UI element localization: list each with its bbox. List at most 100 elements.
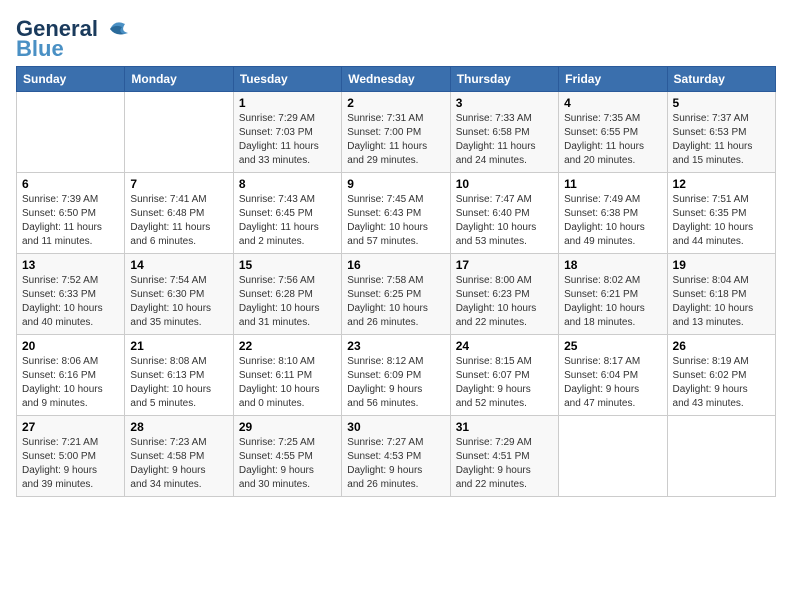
calendar-cell: 24 Sunrise: 8:15 AMSunset: 6:07 PMDayligh… xyxy=(450,335,558,416)
calendar-cell xyxy=(17,92,125,173)
calendar-cell: 23Sunrise: 8:12 AMSunset: 6:09 PMDayligh… xyxy=(342,335,450,416)
day-number: 30 xyxy=(347,420,444,434)
day-number: 17 xyxy=(456,258,553,272)
day-info: Sunrise: 7:23 AMSunset: 4:58 PMDaylight:… xyxy=(130,437,206,490)
day-info: Sunrise: 7:37 AMSunset: 6:53 PMDaylight:… xyxy=(673,113,753,166)
day-info: Sunrise: 7:56 AMSunset: 6:28 PMDaylight:… xyxy=(239,275,320,328)
day-info: Sunrise: 8:10 AMSunset: 6:11 PMDaylight:… xyxy=(239,356,320,409)
calendar-cell: 16 Sunrise: 7:58 AMSunset: 6:25 PMDayligh… xyxy=(342,254,450,335)
day-info: Sunrise: 8:02 AMSunset: 6:21 PMDaylight:… xyxy=(564,275,645,328)
calendar-cell: 1Sunrise: 7:29 AMSunset: 7:03 PMDaylight… xyxy=(233,92,341,173)
day-number: 26 xyxy=(673,339,770,353)
col-saturday: Saturday xyxy=(667,67,775,92)
day-number: 19 xyxy=(673,258,770,272)
day-info: Sunrise: 8:17 AMSunset: 6:04 PMDaylight:… xyxy=(564,356,640,409)
day-number: 15 xyxy=(239,258,336,272)
calendar-cell: 11 Sunrise: 7:49 AMSunset: 6:38 PMDayligh… xyxy=(559,173,667,254)
day-info: Sunrise: 7:33 AMSunset: 6:58 PMDaylight:… xyxy=(456,113,536,166)
calendar-cell: 20 Sunrise: 8:06 AMSunset: 6:16 PMDayligh… xyxy=(17,335,125,416)
day-info: Sunrise: 7:54 AMSunset: 6:30 PMDaylight:… xyxy=(130,275,211,328)
calendar-cell: 28 Sunrise: 7:23 AMSunset: 4:58 PMDayligh… xyxy=(125,416,233,497)
calendar-cell: 31 Sunrise: 7:29 AMSunset: 4:51 PMDayligh… xyxy=(450,416,558,497)
day-number: 11 xyxy=(564,177,661,191)
calendar-week-3: 13 Sunrise: 7:52 AMSunset: 6:33 PMDayligh… xyxy=(17,254,776,335)
calendar-cell: 27 Sunrise: 7:21 AMSunset: 5:00 PMDayligh… xyxy=(17,416,125,497)
calendar-cell xyxy=(559,416,667,497)
day-info: Sunrise: 8:08 AMSunset: 6:13 PMDaylight:… xyxy=(130,356,211,409)
calendar-cell: 4 Sunrise: 7:35 AMSunset: 6:55 PMDaylight… xyxy=(559,92,667,173)
calendar-cell: 30 Sunrise: 7:27 AMSunset: 4:53 PMDayligh… xyxy=(342,416,450,497)
day-info: Sunrise: 7:27 AMSunset: 4:53 PMDaylight:… xyxy=(347,437,423,490)
day-info: Sunrise: 8:15 AMSunset: 6:07 PMDaylight:… xyxy=(456,356,532,409)
day-number: 31 xyxy=(456,420,553,434)
day-number: 29 xyxy=(239,420,336,434)
header-row: Sunday Monday Tuesday Wednesday Thursday… xyxy=(17,67,776,92)
day-number: 24 xyxy=(456,339,553,353)
day-number: 2 xyxy=(347,96,444,110)
day-number: 14 xyxy=(130,258,227,272)
calendar-cell: 5 Sunrise: 7:37 AMSunset: 6:53 PMDaylight… xyxy=(667,92,775,173)
day-number: 12 xyxy=(673,177,770,191)
day-info: Sunrise: 8:04 AMSunset: 6:18 PMDaylight:… xyxy=(673,275,754,328)
calendar-cell: 19 Sunrise: 8:04 AMSunset: 6:18 PMDayligh… xyxy=(667,254,775,335)
calendar-cell: 18 Sunrise: 8:02 AMSunset: 6:21 PMDayligh… xyxy=(559,254,667,335)
day-info: Sunrise: 7:58 AMSunset: 6:25 PMDaylight:… xyxy=(347,275,428,328)
day-info: Sunrise: 7:45 AMSunset: 6:43 PMDaylight:… xyxy=(347,194,428,247)
calendar-cell: 9 Sunrise: 7:45 AMSunset: 6:43 PMDaylight… xyxy=(342,173,450,254)
calendar-cell: 13 Sunrise: 7:52 AMSunset: 6:33 PMDayligh… xyxy=(17,254,125,335)
calendar-table: Sunday Monday Tuesday Wednesday Thursday… xyxy=(16,66,776,497)
day-info: Sunrise: 7:25 AMSunset: 4:55 PMDaylight:… xyxy=(239,437,315,490)
calendar-week-4: 20 Sunrise: 8:06 AMSunset: 6:16 PMDayligh… xyxy=(17,335,776,416)
calendar-cell: 15 Sunrise: 7:56 AMSunset: 6:28 PMDayligh… xyxy=(233,254,341,335)
day-number: 28 xyxy=(130,420,227,434)
col-friday: Friday xyxy=(559,67,667,92)
calendar-cell: 22 Sunrise: 8:10 AMSunset: 6:11 PMDayligh… xyxy=(233,335,341,416)
day-number: 9 xyxy=(347,177,444,191)
day-number: 5 xyxy=(673,96,770,110)
calendar-cell: 6Sunrise: 7:39 AMSunset: 6:50 PMDaylight… xyxy=(17,173,125,254)
calendar-cell xyxy=(667,416,775,497)
calendar-cell: 7Sunrise: 7:41 AMSunset: 6:48 PMDaylight… xyxy=(125,173,233,254)
day-info: Sunrise: 7:35 AMSunset: 6:55 PMDaylight:… xyxy=(564,113,644,166)
calendar-week-1: 1Sunrise: 7:29 AMSunset: 7:03 PMDaylight… xyxy=(17,92,776,173)
calendar-cell: 26 Sunrise: 8:19 AMSunset: 6:02 PMDayligh… xyxy=(667,335,775,416)
day-info: Sunrise: 8:19 AMSunset: 6:02 PMDaylight:… xyxy=(673,356,749,409)
day-number: 1 xyxy=(239,96,336,110)
calendar-cell: 17 Sunrise: 8:00 AMSunset: 6:23 PMDayligh… xyxy=(450,254,558,335)
day-info: Sunrise: 7:49 AMSunset: 6:38 PMDaylight:… xyxy=(564,194,645,247)
day-info: Sunrise: 7:52 AMSunset: 6:33 PMDaylight:… xyxy=(22,275,103,328)
day-number: 8 xyxy=(239,177,336,191)
col-wednesday: Wednesday xyxy=(342,67,450,92)
day-info: Sunrise: 7:29 AMSunset: 4:51 PMDaylight:… xyxy=(456,437,532,490)
header: General Blue xyxy=(16,16,776,62)
calendar-week-5: 27 Sunrise: 7:21 AMSunset: 5:00 PMDayligh… xyxy=(17,416,776,497)
calendar-cell: 12Sunrise: 7:51 AMSunset: 6:35 PMDayligh… xyxy=(667,173,775,254)
col-sunday: Sunday xyxy=(17,67,125,92)
day-number: 22 xyxy=(239,339,336,353)
day-number: 3 xyxy=(456,96,553,110)
calendar-week-2: 6Sunrise: 7:39 AMSunset: 6:50 PMDaylight… xyxy=(17,173,776,254)
day-info: Sunrise: 7:31 AMSunset: 7:00 PMDaylight:… xyxy=(347,113,427,166)
calendar-cell: 25 Sunrise: 8:17 AMSunset: 6:04 PMDayligh… xyxy=(559,335,667,416)
day-info: Sunrise: 7:39 AMSunset: 6:50 PMDaylight:… xyxy=(22,194,102,247)
logo-icon xyxy=(100,19,130,39)
day-info: Sunrise: 8:12 AMSunset: 6:09 PMDaylight:… xyxy=(347,356,423,409)
col-thursday: Thursday xyxy=(450,67,558,92)
day-number: 16 xyxy=(347,258,444,272)
day-info: Sunrise: 8:00 AMSunset: 6:23 PMDaylight:… xyxy=(456,275,537,328)
col-tuesday: Tuesday xyxy=(233,67,341,92)
calendar-cell xyxy=(125,92,233,173)
day-number: 13 xyxy=(22,258,119,272)
day-info: Sunrise: 8:06 AMSunset: 6:16 PMDaylight:… xyxy=(22,356,103,409)
day-number: 25 xyxy=(564,339,661,353)
day-number: 10 xyxy=(456,177,553,191)
day-number: 20 xyxy=(22,339,119,353)
calendar-cell: 21Sunrise: 8:08 AMSunset: 6:13 PMDayligh… xyxy=(125,335,233,416)
day-number: 27 xyxy=(22,420,119,434)
calendar-cell: 10Sunrise: 7:47 AMSunset: 6:40 PMDayligh… xyxy=(450,173,558,254)
logo-text-blue: Blue xyxy=(16,36,64,62)
day-number: 18 xyxy=(564,258,661,272)
day-number: 4 xyxy=(564,96,661,110)
day-info: Sunrise: 7:41 AMSunset: 6:48 PMDaylight:… xyxy=(130,194,210,247)
day-info: Sunrise: 7:21 AMSunset: 5:00 PMDaylight:… xyxy=(22,437,98,490)
